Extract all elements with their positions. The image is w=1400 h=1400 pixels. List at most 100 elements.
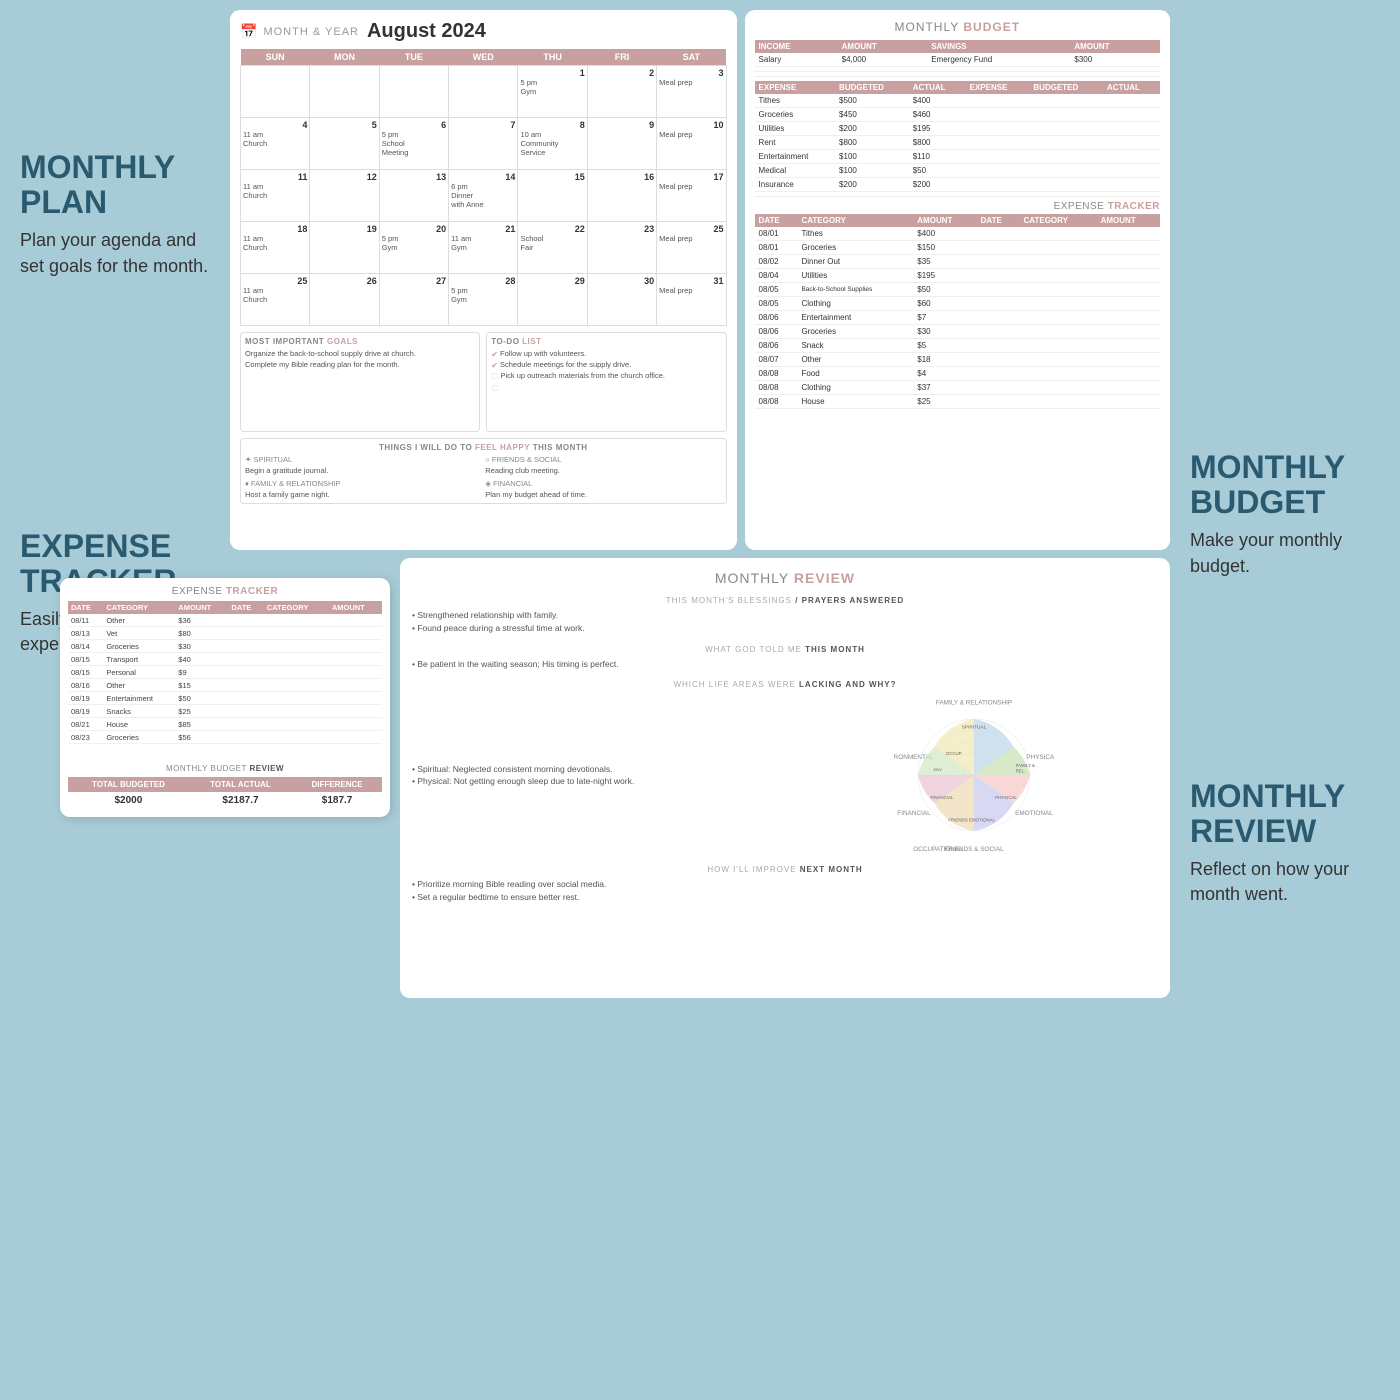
table-cell: 08/21	[68, 718, 103, 731]
cal-cell: 411 amChurch	[241, 118, 310, 170]
cal-cell	[379, 66, 448, 118]
budgeted-col2: BUDGETED	[1029, 81, 1103, 94]
svg-text:FAMILY & RELATIONSHIP: FAMILY & RELATIONSHIP	[936, 700, 1012, 707]
table-cell: 08/15	[68, 666, 103, 679]
feel-social-text: Reading club meeting.	[485, 466, 721, 475]
monthly-plan-desc: Plan your agenda and set goals for the m…	[20, 228, 220, 278]
table-cell	[966, 164, 1030, 178]
savings-name: Emergency Fund	[927, 53, 1070, 67]
plan-month-year: August 2024	[367, 20, 486, 43]
table-cell	[977, 339, 1020, 353]
table-cell: $25	[913, 395, 976, 409]
table-cell	[1029, 178, 1103, 192]
table-cell	[977, 297, 1020, 311]
table-cell	[1097, 339, 1160, 353]
table-cell	[966, 178, 1030, 192]
todo-item: ✔ Schedule meetings for the supply drive…	[491, 360, 721, 371]
total-budgeted-header: TOTAL BUDGETED	[68, 777, 189, 792]
budgeted-col: BUDGETED	[835, 81, 909, 94]
table-cell: $500	[835, 94, 909, 108]
table-cell: Utilities	[797, 269, 913, 283]
table-cell	[977, 381, 1020, 395]
table-cell: $195	[909, 122, 966, 136]
tracker-date2: DATE	[977, 214, 1020, 227]
svg-text:PHYSICAL: PHYSICAL	[995, 795, 1017, 800]
table-cell	[1020, 353, 1097, 367]
table-cell: $85	[175, 718, 228, 731]
table-cell	[1103, 150, 1160, 164]
right-sidebar: MONTHLY BUDGET Make your monthly budget.…	[1190, 450, 1380, 938]
cal-cell: 810 amCommunityService	[518, 118, 587, 170]
table-cell	[835, 192, 909, 197]
table-cell: 08/06	[755, 311, 798, 325]
lacking-1: Spiritual: Neglected consistent morning …	[412, 763, 780, 776]
total-actual-header: TOTAL ACTUAL	[189, 777, 292, 792]
review-card-header: MONTHLY REVIEW	[412, 570, 1158, 586]
income-amount: $4,000	[838, 53, 928, 67]
table-cell: Back-to-School Supplies	[797, 283, 913, 297]
table-cell	[1020, 381, 1097, 395]
svg-text:REL.: REL.	[1016, 769, 1026, 774]
cal-cell: 1811 amChurch	[241, 222, 310, 274]
goals-box: MOST IMPORTANT GOALS Organize the back-t…	[240, 332, 480, 432]
table-cell: 08/06	[755, 339, 798, 353]
et-amt: AMOUNT	[175, 601, 228, 614]
feel-happy-grid: ✦ SPIRITUAL Begin a gratitude journal. ○…	[245, 455, 722, 499]
svg-text:SPIRITUAL: SPIRITUAL	[962, 725, 987, 731]
table-cell	[1097, 241, 1160, 255]
table-cell	[977, 227, 1020, 241]
table-cell	[1103, 94, 1160, 108]
table-cell: $40	[175, 653, 228, 666]
table-cell	[1029, 192, 1103, 197]
table-cell: $100	[835, 164, 909, 178]
blessings-title: THIS MONTH'S BLESSINGS / PRAYERS ANSWERE…	[412, 596, 1158, 605]
cal-cell: 7	[449, 118, 518, 170]
right-budget-title: MONTHLY BUDGET	[1190, 450, 1380, 520]
table-cell	[1020, 367, 1097, 381]
table-cell	[966, 108, 1030, 122]
cal-cell	[310, 66, 379, 118]
improve-section: HOW I'LL IMPROVE NEXT MONTH Prioritize m…	[412, 865, 1158, 904]
table-cell: $56	[175, 731, 228, 744]
savings-col: SAVINGS	[927, 40, 1070, 53]
table-cell	[1020, 241, 1097, 255]
actual-col: ACTUAL	[909, 81, 966, 94]
table-cell: 08/01	[755, 241, 798, 255]
actual-col2: ACTUAL	[1103, 81, 1160, 94]
todo-box: TO-DO LIST ✔ Follow up with volunteers. …	[486, 332, 726, 432]
table-cell	[1020, 339, 1097, 353]
todo-item: ☐	[491, 383, 721, 394]
table-cell	[1097, 353, 1160, 367]
cal-cell: 26	[310, 274, 379, 326]
table-cell	[1020, 255, 1097, 269]
cal-cell: 17Meal prep	[657, 170, 726, 222]
table-cell: $50	[175, 692, 228, 705]
lacking-title: WHICH LIFE AREAS WERE LACKING AND WHY?	[412, 680, 1158, 689]
table-cell: $7	[913, 311, 976, 325]
table-cell: $30	[913, 325, 976, 339]
table-cell: $460	[909, 108, 966, 122]
table-cell	[1097, 325, 1160, 339]
table-cell: 08/14	[68, 640, 103, 653]
table-cell: Groceries	[103, 640, 175, 653]
table-cell: Entertainment	[797, 311, 913, 325]
right-review-desc: Reflect on how your month went.	[1190, 857, 1380, 907]
cal-cell	[449, 66, 518, 118]
feel-spiritual-text: Begin a gratitude journal.	[245, 466, 481, 475]
table-cell	[977, 269, 1020, 283]
cal-header-sat: SAT	[657, 49, 726, 66]
budget-footer-table: TOTAL BUDGETED TOTAL ACTUAL DIFFERENCE $…	[68, 777, 382, 809]
svg-text:FRIENDS: FRIENDS	[948, 818, 967, 823]
table-cell	[1029, 108, 1103, 122]
cal-header-thu: THU	[518, 49, 587, 66]
cal-cell: 23	[587, 222, 656, 274]
cal-cell: 19	[310, 222, 379, 274]
table-cell	[977, 325, 1020, 339]
total-actual-value: $2187.7	[189, 792, 292, 809]
table-cell: Other	[103, 679, 175, 692]
calendar-icon: 📅	[240, 23, 257, 40]
right-monthly-review: MONTHLY REVIEW Reflect on how your month…	[1190, 779, 1380, 908]
table-cell	[1029, 136, 1103, 150]
table-cell	[966, 94, 1030, 108]
table-cell: Groceries	[755, 108, 836, 122]
